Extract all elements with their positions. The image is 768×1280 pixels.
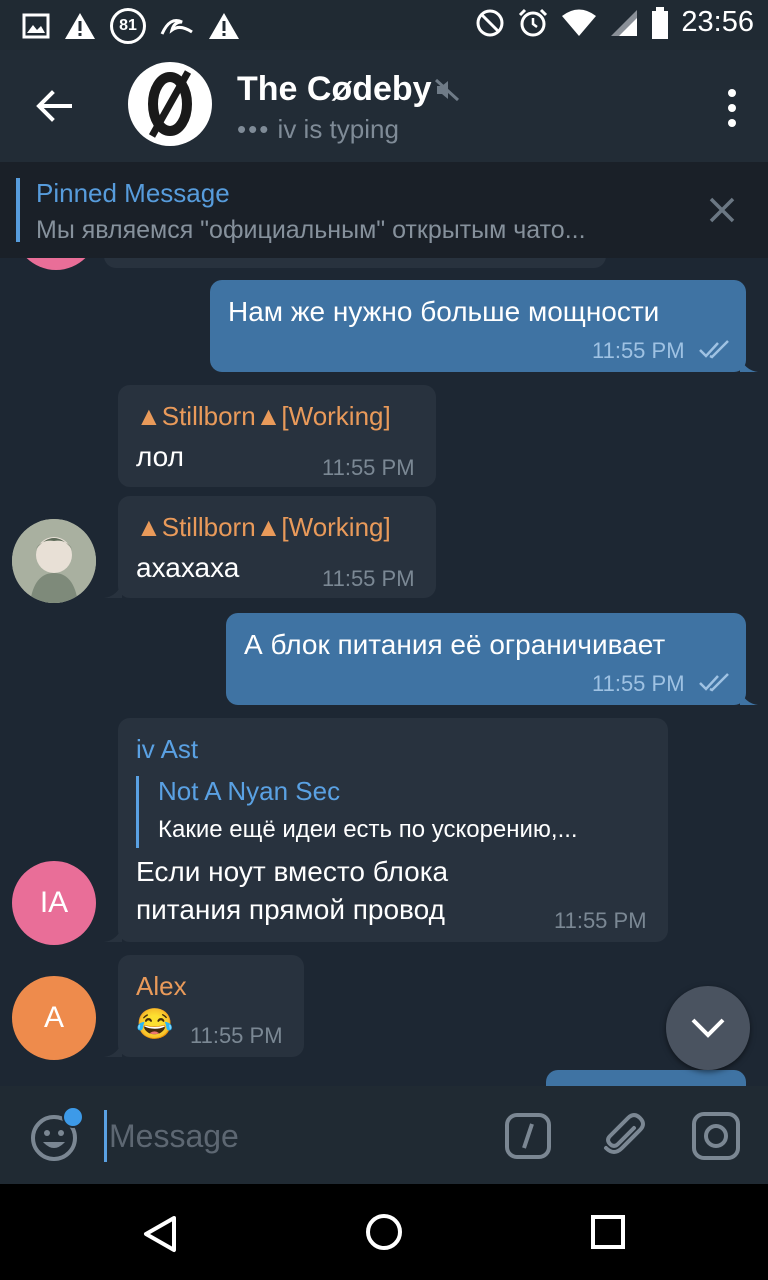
message-bubble-outgoing[interactable]: Нам же нужно больше мощности 11:55 PM: [210, 280, 746, 372]
bot-commands-button[interactable]: [504, 1112, 552, 1160]
mute-icon: [434, 78, 460, 102]
clock: 23:56: [681, 6, 754, 38]
emoji-notification-dot: [62, 1106, 84, 1128]
arrow-back-icon: [36, 90, 72, 122]
overflow-menu-button[interactable]: [726, 88, 738, 128]
typing-status-text: iv is typing: [277, 114, 399, 144]
system-nav-bar: [0, 1184, 768, 1280]
message-time: 11:55 PM: [592, 671, 685, 696]
message-bubble-incoming[interactable]: ▲Stillborn▲[Working] ахахаха 11:55 PM: [118, 496, 436, 598]
reply-quote[interactable]: Not A Nyan Sec Какие ещё идеи есть по ус…: [136, 774, 656, 850]
chat-header: The Cødeby ••• iv is typing: [0, 50, 768, 162]
double-check-icon: [699, 340, 729, 359]
back-button[interactable]: [28, 80, 80, 132]
pinned-message-bar[interactable]: Pinned Message Мы являемся "официальным"…: [0, 162, 768, 258]
close-icon[interactable]: [708, 196, 736, 224]
reply-quote-bar: [136, 776, 139, 848]
message-time: 11:55 PM: [190, 1023, 283, 1048]
scroll-to-bottom-button[interactable]: [666, 986, 750, 1070]
nav-back-icon[interactable]: [140, 1214, 180, 1254]
reply-sender: Not A Nyan Sec: [158, 776, 341, 806]
codeby-logo-icon: [148, 70, 192, 138]
nav-home-icon[interactable]: [364, 1212, 404, 1252]
message-sender[interactable]: ▲Stillborn▲[Working]: [136, 401, 391, 432]
message-text-line-2: питания прямой провод: [136, 894, 445, 925]
warning-icon: [65, 13, 95, 39]
bubble-tail: [104, 1041, 122, 1057]
battery-icon: [652, 6, 669, 39]
pinned-title: Pinned Message: [36, 178, 230, 208]
avatar-user-photo[interactable]: [12, 519, 96, 603]
pinned-text: Мы являемся "официальным" открытым чато.…: [36, 216, 586, 244]
reply-text: Какие ещё идеи есть по ускорению,...: [158, 816, 578, 843]
bubble-tail: [104, 582, 122, 598]
message-emoji: 😂: [136, 1008, 174, 1041]
message-bubble-outgoing[interactable]: А блок питания её ограничивает 11:55 PM: [226, 613, 746, 705]
message-text-line-1: Если ноут вместо блока: [136, 856, 449, 887]
camera-button[interactable]: [690, 1110, 742, 1162]
image-icon: [22, 13, 50, 39]
bubble-tail: [740, 689, 758, 705]
slash-command-icon: [505, 1113, 551, 1159]
message-time: 11:55 PM: [592, 338, 685, 363]
message-text: ахахаха: [136, 552, 240, 583]
double-check-icon: [699, 673, 729, 692]
surf-icon: [160, 19, 193, 35]
badge-81-icon: 81: [110, 8, 146, 44]
status-bar: 81 23:56: [0, 0, 768, 50]
user-photo-icon: [12, 519, 96, 603]
paperclip-icon: [604, 1113, 645, 1154]
pinned-accent-bar: [16, 178, 20, 242]
typing-dots-icon: •••: [237, 114, 271, 144]
wifi-icon: [562, 9, 597, 36]
more-vertical-icon: [728, 89, 736, 127]
chat-title[interactable]: The Cødeby: [237, 70, 432, 109]
message-sender[interactable]: iv Ast: [136, 734, 198, 765]
avatar-iv-ast[interactable]: IA: [12, 861, 96, 945]
message-list[interactable]: Нам же нужно больше мощности 11:55 PM ▲S…: [0, 258, 768, 1086]
warning-icon: [209, 13, 239, 39]
instagram-camera-icon: [692, 1112, 740, 1160]
avatar-partial: [14, 258, 98, 270]
avatar-alex[interactable]: A: [12, 976, 96, 1060]
message-text: Нам же нужно больше мощности: [228, 296, 660, 327]
signal-icon: [611, 9, 638, 36]
do-not-disturb-icon: [476, 9, 504, 36]
bubble-tail: [104, 926, 122, 942]
typing-status: ••• iv is typing: [237, 114, 399, 145]
message-composer: [0, 1086, 768, 1184]
nav-recents-icon[interactable]: [590, 1214, 626, 1250]
message-sender[interactable]: Alex: [136, 971, 187, 1002]
message-bubble-incoming[interactable]: Alex 😂 11:55 PM: [118, 955, 304, 1057]
message-time: 11:55 PM: [322, 566, 415, 591]
emoji-button[interactable]: [28, 1106, 84, 1164]
message-bubble-outgoing-partial[interactable]: [546, 1070, 746, 1086]
message-text: лол: [136, 441, 184, 472]
message-bubble-incoming[interactable]: ▲Stillborn▲[Working] лол 11:55 PM: [118, 385, 436, 487]
alarm-icon: [519, 8, 548, 36]
bubble-tail: [740, 356, 758, 372]
chevron-down-icon: [691, 1018, 725, 1038]
message-bubble-incoming[interactable]: iv Ast Not A Nyan Sec Какие ещё идеи ест…: [118, 718, 668, 942]
message-time: 11:55 PM: [554, 908, 647, 933]
message-sender[interactable]: ▲Stillborn▲[Working]: [136, 512, 391, 543]
message-time: 11:55 PM: [322, 455, 415, 480]
message-text: А блок питания её ограничивает: [244, 629, 666, 660]
message-input[interactable]: [104, 1110, 491, 1162]
attach-button[interactable]: [598, 1110, 650, 1162]
chat-avatar[interactable]: [128, 62, 212, 146]
message-bubble-partial: [104, 258, 606, 268]
